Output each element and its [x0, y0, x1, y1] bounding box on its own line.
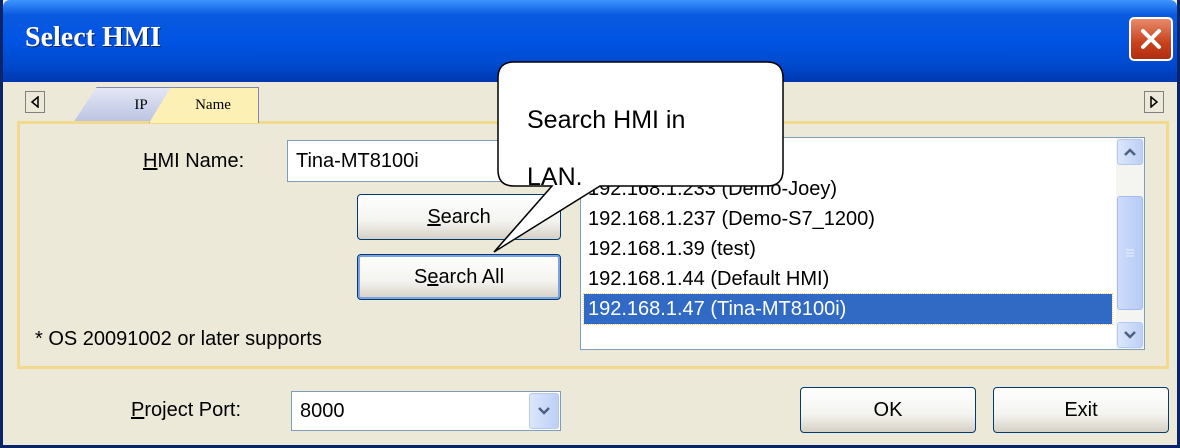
exit-button-label: Exit — [1064, 398, 1098, 421]
search-all-button-label: Search All — [413, 265, 505, 288]
callout-line-1: Search HMI in — [527, 106, 686, 134]
window-title: Select HMI — [25, 22, 162, 53]
close-icon — [1141, 29, 1161, 49]
list-item-selected[interactable]: 192.168.1.47 (Tina-MT8100i) — [583, 293, 1113, 325]
hmi-name-input[interactable]: Tina-MT8100i — [287, 140, 507, 182]
tab-scroll-left-button[interactable] — [25, 91, 45, 113]
exit-button[interactable]: Exit — [993, 387, 1169, 433]
select-hmi-dialog: Select HMI IP Name HMI Name: Tina-MT8100… — [0, 0, 1180, 448]
triangle-left-icon — [30, 96, 39, 108]
grip-icon — [1126, 249, 1134, 257]
ok-button[interactable]: OK — [800, 387, 976, 433]
search-all-button[interactable]: Search All — [357, 254, 561, 300]
close-button[interactable] — [1129, 17, 1173, 61]
list-item[interactable]: 192.168.1.39 (test) — [588, 234, 756, 264]
callout-line-2: LAN. — [527, 163, 583, 191]
hmi-name-label-text: MI Name: — [157, 150, 245, 172]
list-scrollbar[interactable] — [1116, 138, 1144, 349]
ok-button-label: OK — [873, 398, 903, 421]
chevron-down-icon — [1124, 331, 1136, 339]
scroll-thumb[interactable] — [1117, 196, 1143, 310]
chevron-down-icon — [538, 407, 550, 415]
project-port-label: Project Port: — [131, 399, 242, 421]
search-button-label: Search — [427, 205, 491, 228]
project-port-label-text: roject Port: — [144, 399, 242, 421]
tab-scroll-right-button[interactable] — [1144, 91, 1164, 113]
project-port-value: 8000 — [300, 399, 345, 422]
list-item[interactable]: 192.168.1.237 (Demo-S7_1200) — [588, 204, 875, 234]
project-port-select[interactable]: 8000 — [291, 391, 561, 431]
project-port-dropdown-button[interactable] — [529, 393, 559, 429]
callout-text: Search HMI in LAN. — [527, 92, 767, 206]
list-item[interactable]: 192.168.1.44 (Default HMI) — [588, 264, 829, 294]
os-support-note: * OS 20091002 or later supports — [35, 328, 322, 350]
chevron-up-icon — [1124, 148, 1136, 156]
scroll-up-button[interactable] — [1117, 139, 1143, 165]
hmi-name-value: Tina-MT8100i — [296, 149, 419, 172]
scroll-down-button[interactable] — [1117, 322, 1143, 348]
tab-ip-label: IP — [134, 97, 148, 113]
triangle-right-icon — [1150, 96, 1159, 108]
title-bar[interactable]: Select HMI — [3, 0, 1177, 82]
hmi-name-label: HMI Name: — [143, 150, 245, 172]
tab-name-label: Name — [195, 97, 231, 113]
